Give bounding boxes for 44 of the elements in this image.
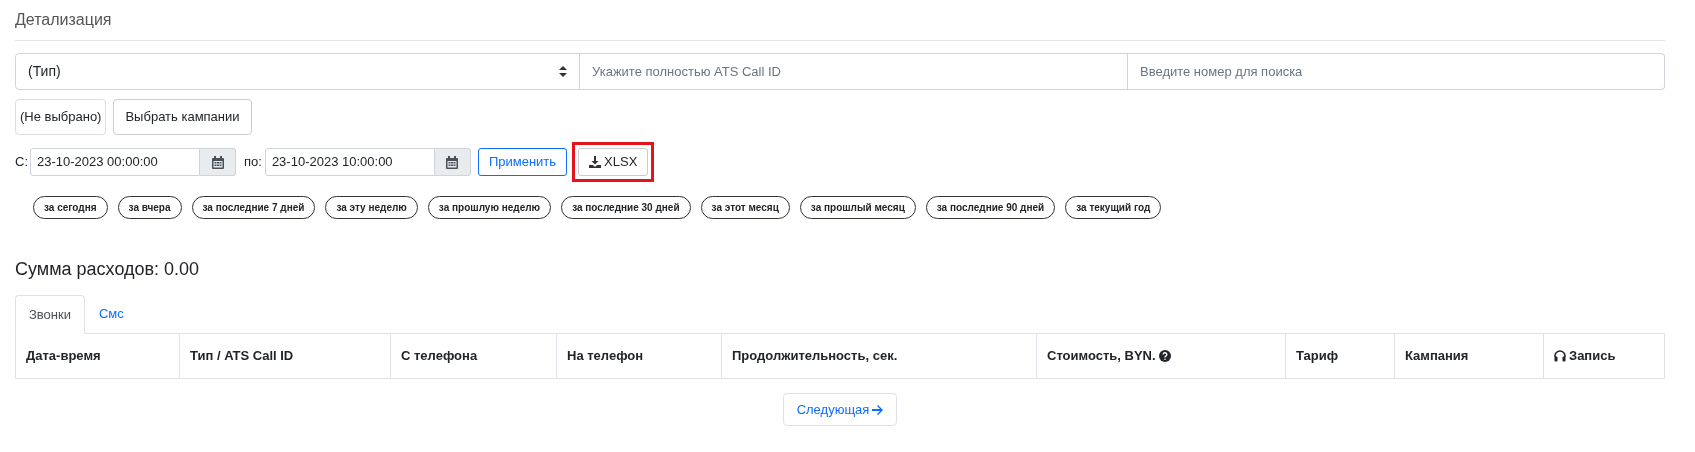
- next-page-button[interactable]: Следующая: [782, 393, 898, 426]
- preset-chip[interactable]: за прошлую неделю: [427, 196, 552, 219]
- preset-chip[interactable]: за сегодня: [33, 196, 108, 219]
- preset-chip[interactable]: за эту неделю: [325, 196, 418, 219]
- xlsx-export-button[interactable]: XLSX: [578, 148, 649, 176]
- tab[interactable]: Звонки: [15, 295, 85, 334]
- to-label: по:: [244, 153, 262, 172]
- apply-button[interactable]: Применить: [477, 148, 568, 176]
- headphones-icon: [1554, 350, 1566, 362]
- column-header: Тип / ATS Call ID: [179, 334, 390, 378]
- number-search-field[interactable]: Введите номер для поиска: [1128, 53, 1665, 90]
- call-id-field[interactable]: Укажите полностью ATS Call ID: [580, 53, 1128, 90]
- download-icon: [589, 156, 602, 168]
- sort-icon: [559, 66, 567, 77]
- preset-chip[interactable]: за вчера: [117, 196, 182, 219]
- column-header: Стоимость, BYN.: [1047, 347, 1156, 366]
- help-icon: [1158, 350, 1171, 362]
- to-date-field[interactable]: 23-10-2023 10:00:00: [264, 148, 435, 176]
- preset-chip[interactable]: за последние 90 дней: [925, 196, 1056, 219]
- preset-chip[interactable]: за прошлый месяц: [799, 196, 916, 219]
- column-header: Тариф: [1285, 334, 1394, 378]
- calendar-icon: [211, 155, 224, 169]
- page-title: Детализация: [15, 11, 112, 28]
- column-header: Продолжительность, сек.: [721, 334, 1036, 378]
- calendar-button[interactable]: [434, 148, 471, 176]
- calendar-button[interactable]: [200, 148, 236, 176]
- from-date-field[interactable]: 23-10-2023 00:00:00: [30, 148, 200, 176]
- select-campaigns-button[interactable]: Выбрать кампании: [113, 99, 252, 135]
- column-header: Запись: [1569, 347, 1616, 366]
- tab[interactable]: Смс: [85, 295, 138, 333]
- arrow-right-icon: [872, 404, 884, 415]
- preset-chip[interactable]: за последние 30 дней: [561, 196, 691, 219]
- from-label: С:: [15, 153, 28, 172]
- calendar-icon: [446, 155, 459, 169]
- column-header: Дата-время: [25, 347, 102, 366]
- preset-chip[interactable]: за текущий год: [1065, 196, 1162, 219]
- preset-chip[interactable]: за этот месяц: [700, 196, 790, 219]
- campaign-value: (Не выбрано): [15, 99, 107, 135]
- total-expenses: Сумма расходов: 0.00: [15, 259, 200, 279]
- column-header: Кампания: [1394, 334, 1543, 378]
- preset-chip[interactable]: за последние 7 дней: [191, 196, 316, 219]
- column-header: С телефона: [390, 334, 556, 378]
- type-select[interactable]: (Тип): [15, 53, 580, 90]
- column-header: На телефон: [556, 334, 721, 378]
